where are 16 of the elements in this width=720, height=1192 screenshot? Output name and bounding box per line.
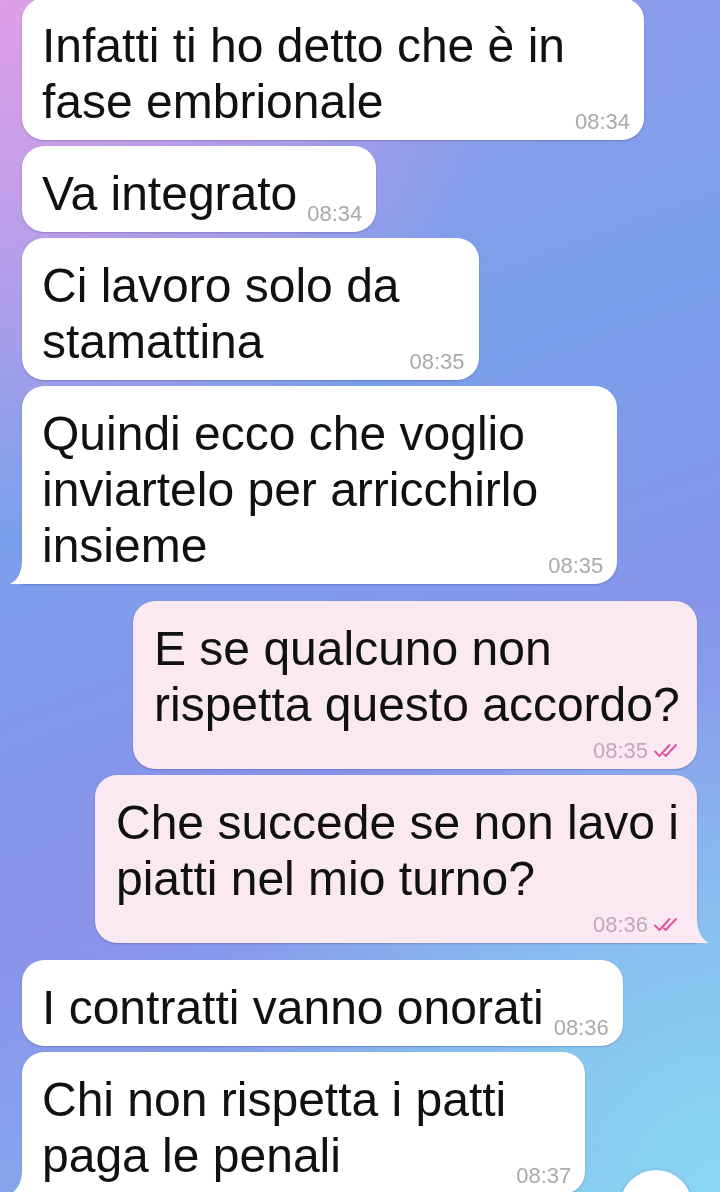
message-time: 08:36	[553, 1015, 609, 1041]
message-time: 08:37	[516, 1163, 572, 1189]
message-time: 08:35	[592, 738, 648, 764]
message-time: 08:35	[409, 349, 465, 375]
message-text: I contratti vanno onorati	[42, 980, 544, 1036]
message-time: 08:36	[592, 912, 648, 938]
message-time: 08:34	[575, 109, 631, 135]
message-text: Ci lavoro solo da stamattina	[42, 258, 400, 370]
message-time: 08:34	[307, 201, 363, 227]
message-time: 08:35	[548, 553, 604, 579]
message-text: Va integrato	[42, 166, 298, 222]
message-text: Quindi ecco che voglio inviartelo per arricchirlo insieme	[42, 406, 539, 574]
message-text: Chi non rispetta i patti paga le penali	[42, 1072, 507, 1184]
message-text: E se qualcuno non rispetta questo accordo?	[154, 621, 680, 733]
message-text: Che succede se non lavo i piatti nel mio turno?	[116, 795, 679, 907]
message-text: Infatti ti ho detto che è in fase embrionale	[42, 18, 565, 130]
